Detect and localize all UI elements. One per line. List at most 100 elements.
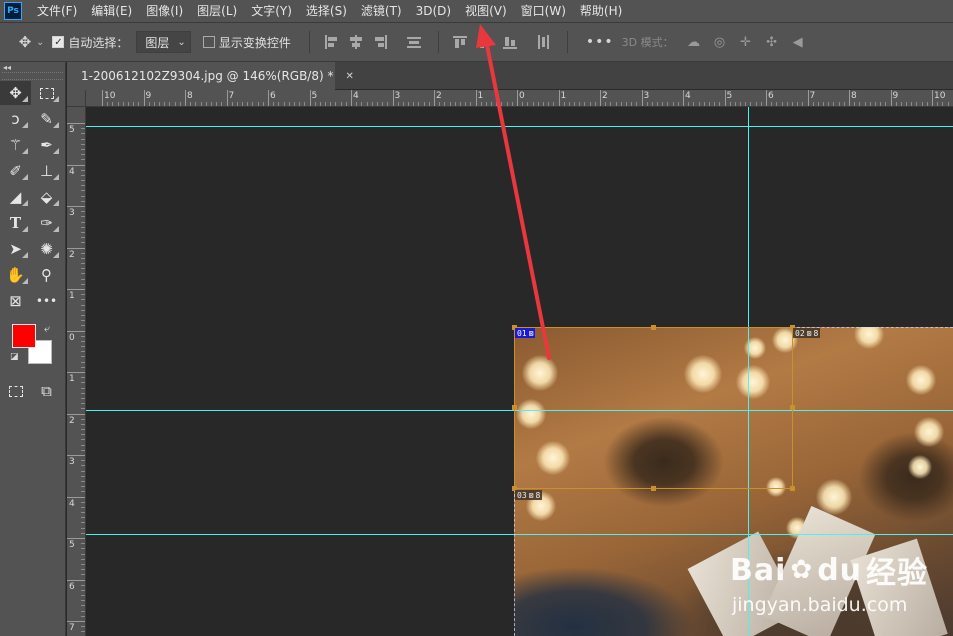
- hand-tool-button[interactable]: ✋: [0, 263, 31, 287]
- ruler-minor-tick: [620, 102, 622, 106]
- slice-resize-handle[interactable]: [790, 405, 795, 410]
- ruler-minor-tick: [81, 195, 85, 197]
- show-transform-controls-checkbox[interactable]: ✓: [202, 36, 215, 48]
- 3d-orbit-icon[interactable]: ☁: [684, 32, 704, 52]
- 3d-pan-icon[interactable]: ✛: [736, 32, 756, 52]
- ruler-tick-label: 9: [892, 91, 899, 101]
- swap-colors-icon[interactable]: ⤶: [44, 322, 50, 336]
- brush-tool-button[interactable]: ✐: [0, 159, 31, 183]
- 3d-roll-icon[interactable]: ◎: [710, 32, 730, 52]
- paint-bucket-tool-button[interactable]: ⬙: [31, 185, 62, 209]
- collapse-toolbox-icon[interactable]: ◂◂: [0, 62, 65, 72]
- eraser-tool-button[interactable]: ◢: [0, 185, 31, 209]
- ruler-minor-tick: [314, 102, 316, 106]
- ruler-minor-tick: [589, 102, 591, 106]
- slice-resize-handle[interactable]: [651, 325, 656, 330]
- ruler-origin-corner[interactable]: [67, 90, 86, 107]
- ruler-minor-tick: [734, 102, 736, 106]
- pen-tool-button[interactable]: ✑: [31, 211, 62, 235]
- menu-image[interactable]: 图像(I): [139, 0, 190, 22]
- ruler-minor-tick: [413, 102, 415, 106]
- horizontal-ruler[interactable]: 10 9 8 7 6 5 4 3 2 1 0 1 2 3 4 5 6 7 8 9 10: [86, 90, 953, 107]
- slice-link-number: 8: [535, 490, 541, 500]
- clone-stamp-tool-button[interactable]: ⊥: [31, 159, 62, 183]
- screen-mode-icon: ⧉: [41, 382, 52, 400]
- auto-select-checkbox[interactable]: ✓: [52, 36, 65, 48]
- ruler-major-tick: [143, 90, 145, 106]
- align-top-edges-icon[interactable]: [449, 31, 471, 53]
- ruler-minor-tick: [828, 102, 830, 106]
- slice-resize-handle[interactable]: [651, 486, 656, 491]
- align-horizontal-centers-icon[interactable]: [345, 31, 367, 53]
- magic-wand-tool-button[interactable]: ⚚: [0, 133, 31, 157]
- horizontal-guide[interactable]: [86, 126, 953, 127]
- move-tool-button[interactable]: ✥: [0, 81, 31, 105]
- tool-preset-chevron-down-icon[interactable]: ⌄: [36, 37, 44, 48]
- path-selection-tool-button[interactable]: ➤: [0, 237, 31, 261]
- type-tool-button[interactable]: T: [0, 211, 31, 235]
- ruler-major-tick: [268, 90, 269, 106]
- menu-edit[interactable]: 编辑(E): [84, 0, 139, 22]
- menu-select[interactable]: 选择(S): [299, 0, 354, 22]
- ruler-minor-tick: [636, 102, 638, 106]
- ruler-minor-tick: [340, 102, 342, 106]
- slice-resize-handle[interactable]: [790, 486, 795, 491]
- distribute-horizontal-icon[interactable]: [403, 31, 425, 53]
- zoom-tool-button[interactable]: ⚲: [31, 263, 62, 287]
- ruler-minor-tick: [714, 102, 716, 106]
- align-bottom-edges-icon[interactable]: [499, 31, 521, 53]
- foreground-color-swatch[interactable]: [12, 324, 36, 348]
- slice-03-badge[interactable]: 03 ⊠ 8: [515, 490, 543, 500]
- ruler-major-tick: [932, 90, 933, 106]
- ruler-tick-label: 10: [104, 91, 116, 101]
- photoshop-logo-icon: Ps: [4, 2, 22, 20]
- menu-window[interactable]: 窗口(W): [514, 0, 573, 22]
- close-icon[interactable]: ✕: [345, 71, 353, 82]
- document-tab[interactable]: 1-200612102Z9304.jpg @ 146%(RGB/8) * ✕: [67, 62, 354, 90]
- menu-help[interactable]: 帮助(H): [573, 0, 629, 22]
- ruler-minor-tick: [283, 102, 285, 106]
- ruler-minor-tick: [81, 465, 85, 467]
- paint-bucket-icon: ⬙: [40, 188, 53, 206]
- menu-3d[interactable]: 3D(D): [409, 0, 458, 22]
- slice-02-badge[interactable]: 02 ⊠ 8: [793, 328, 821, 338]
- ruler-major-tick: [102, 90, 103, 106]
- menu-file[interactable]: 文件(F): [30, 0, 84, 22]
- 3d-scale-icon[interactable]: ◀: [788, 32, 808, 52]
- selected-slice-01[interactable]: [514, 327, 793, 489]
- 3d-slide-icon[interactable]: ✣: [762, 32, 782, 52]
- horizontal-guide[interactable]: [86, 534, 953, 535]
- separator: [437, 31, 439, 53]
- lasso-tool-button[interactable]: ↄ: [0, 107, 31, 131]
- menu-bar: Ps 文件(F) 编辑(E) 图像(I) 图层(L) 文字(Y) 选择(S) 滤…: [0, 0, 953, 22]
- menu-type[interactable]: 文字(Y): [244, 0, 299, 22]
- marquee-tool-button[interactable]: [31, 81, 62, 105]
- eyedropper-tool-button[interactable]: ✒: [31, 133, 62, 157]
- distribute-vertical-icon[interactable]: [532, 31, 554, 53]
- vertical-ruler[interactable]: 5 4 3 2 1 0 1 2 3 4 5 6 7: [67, 107, 86, 636]
- menu-layer[interactable]: 图层(L): [190, 0, 244, 22]
- ruler-minor-tick: [153, 102, 155, 106]
- screen-mode-button[interactable]: ⧉: [31, 379, 62, 403]
- frame-tool-button[interactable]: ⊠: [0, 289, 31, 313]
- menu-view[interactable]: 视图(V): [458, 0, 514, 22]
- quick-mask-button[interactable]: [0, 379, 31, 403]
- align-right-edges-icon[interactable]: [370, 31, 392, 53]
- slice-01-badge[interactable]: 01 ⊠: [515, 328, 536, 338]
- ruler-minor-tick: [563, 102, 565, 106]
- slice-resize-handle[interactable]: [512, 405, 517, 410]
- quick-selection-tool-button[interactable]: ✎: [31, 107, 62, 131]
- ruler-minor-tick: [293, 102, 295, 106]
- auto-select-target-dropdown[interactable]: 图层 ⌄: [136, 31, 191, 53]
- toolbox-drag-handle[interactable]: [2, 72, 63, 80]
- stamp-icon: ⊥: [39, 162, 54, 180]
- menu-filter[interactable]: 滤镜(T): [354, 0, 409, 22]
- align-vertical-centers-icon[interactable]: [474, 31, 496, 53]
- edit-toolbar-button[interactable]: •••: [31, 289, 62, 313]
- align-left-edges-icon[interactable]: [320, 31, 342, 53]
- custom-shape-tool-button[interactable]: ✺: [31, 237, 62, 261]
- more-options-icon[interactable]: •••: [586, 34, 614, 50]
- move-tool-icon[interactable]: ✥: [14, 31, 36, 53]
- ruler-tick-label: 5: [311, 91, 318, 101]
- default-colors-icon[interactable]: ◪: [10, 352, 19, 362]
